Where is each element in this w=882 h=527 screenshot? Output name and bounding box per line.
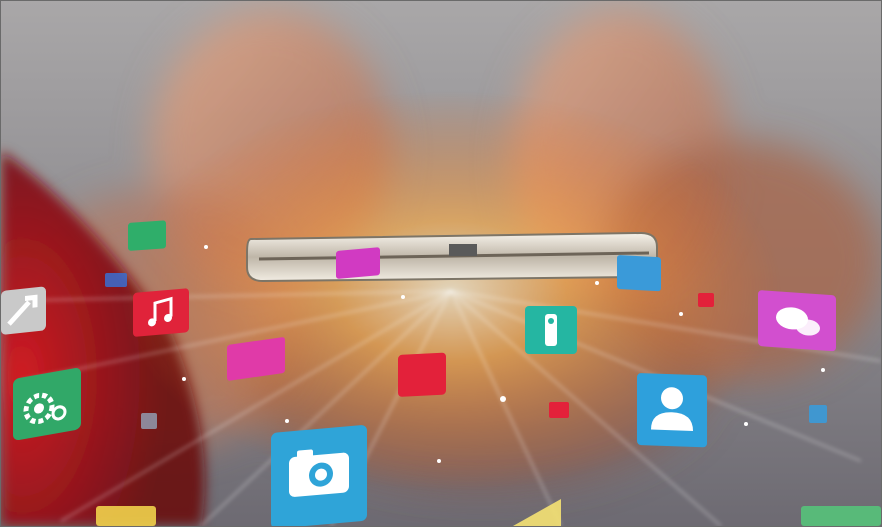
smartphone [246, 231, 658, 283]
photo-frame [0, 0, 882, 527]
chat-app-icon [758, 290, 836, 352]
music-app-icon [133, 288, 189, 337]
photo-scene [1, 1, 881, 526]
blue-tile-icon [617, 255, 661, 292]
camera-app-icon [271, 425, 367, 526]
green-tile-icon [128, 220, 166, 251]
magenta-tile-icon [336, 247, 380, 279]
contacts-app-icon [637, 373, 707, 448]
red-tile-icon [398, 352, 446, 397]
remote-app-icon [525, 306, 577, 354]
tool-app-icon [1, 286, 46, 335]
settings-app-icon [13, 367, 81, 441]
